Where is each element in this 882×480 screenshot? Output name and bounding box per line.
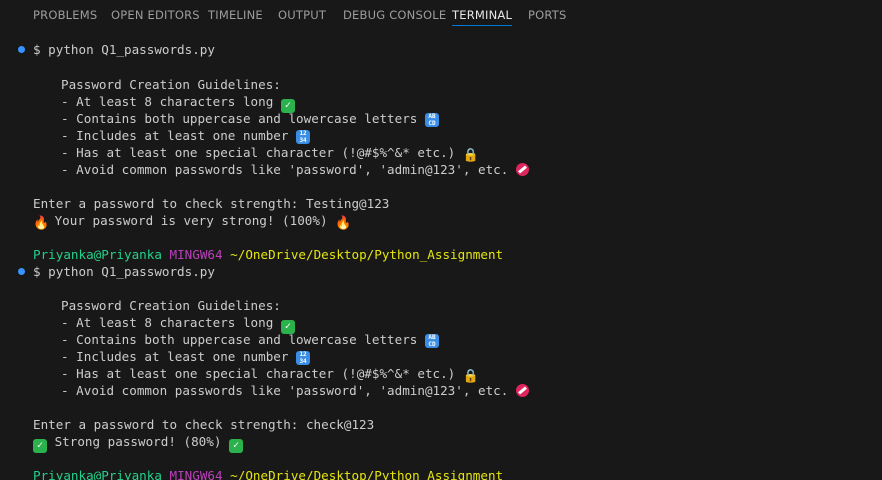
prompt-env: MINGW64 xyxy=(169,468,223,480)
guideline-line: - Has at least one special character (!@… xyxy=(61,144,479,163)
guideline-text: - Includes at least one number xyxy=(61,128,289,143)
guideline-line: - Avoid common passwords like 'password'… xyxy=(61,382,529,399)
tab-debug-console[interactable]: DEBUG CONSOLE xyxy=(343,8,446,22)
no-entry-icon xyxy=(515,163,529,176)
tab-ports[interactable]: PORTS xyxy=(528,8,566,22)
guideline-text: - Includes at least one number xyxy=(61,349,289,364)
check-mark-icon: ✓ xyxy=(229,439,243,453)
tab-problems[interactable]: PROBLEMS xyxy=(33,8,97,22)
fire-icon: 🔥 xyxy=(33,216,50,231)
guideline-line: - Includes at least one number 12 34 xyxy=(61,348,311,365)
guideline-line: - At least 8 characters long ✓ xyxy=(61,314,295,334)
no-entry-icon xyxy=(515,384,529,397)
numbers-icon: 12 34 xyxy=(296,130,311,144)
guideline-text: - At least 8 characters long xyxy=(61,315,274,330)
command-decoration-dot[interactable] xyxy=(18,46,25,53)
guideline-line: - Has at least one special character (!@… xyxy=(61,365,479,384)
result-line: 🔥 Your password is very strong! (100%) 🔥 xyxy=(33,212,352,231)
prompt-user: Priyanka@Priyanka xyxy=(33,247,162,262)
tab-timeline[interactable]: TIMELINE xyxy=(208,8,263,22)
tab-terminal[interactable]: TERMINAL xyxy=(452,8,513,26)
terminal-output[interactable]: $ python Q1_passwords.py Password Creati… xyxy=(0,40,882,480)
prompt-path: ~/OneDrive/Desktop/Python_Assignment xyxy=(230,468,504,480)
guideline-line: - Avoid common passwords like 'password'… xyxy=(61,161,529,178)
abcd-letters-icon: AB CD xyxy=(424,113,439,127)
fire-icon: 🔥 xyxy=(335,216,352,231)
command-decoration-dot[interactable] xyxy=(18,268,25,275)
result-line: ✓ Strong password! (80%) ✓ xyxy=(33,433,243,453)
check-mark-icon: ✓ xyxy=(33,439,47,453)
shell-prompt: Priyanka@Priyanka MINGW64 ~/OneDrive/Des… xyxy=(33,246,503,263)
result-text: Your password is very strong! (100%) xyxy=(54,213,328,228)
abcd-letters-icon: AB CD xyxy=(424,334,439,348)
guideline-text: - Contains both uppercase and lowercase … xyxy=(61,111,418,126)
guideline-text: - Contains both uppercase and lowercase … xyxy=(61,332,418,347)
guidelines-title: Password Creation Guidelines: xyxy=(61,298,281,313)
guidelines-title: Password Creation Guidelines: xyxy=(61,77,281,92)
guideline-line: - Contains both uppercase and lowercase … xyxy=(61,110,439,127)
guideline-text: - Has at least one special character (!@… xyxy=(61,366,456,381)
tab-open-editors[interactable]: OPEN EDITORS xyxy=(111,8,200,22)
guideline-line: - Contains both uppercase and lowercase … xyxy=(61,331,439,348)
password-prompt: Enter a password to check strength: Test… xyxy=(33,196,390,211)
command-line: $ python Q1_passwords.py xyxy=(33,42,215,57)
guideline-text: - Avoid common passwords like 'password'… xyxy=(61,383,509,398)
prompt-env: MINGW64 xyxy=(169,247,223,262)
tab-output[interactable]: OUTPUT xyxy=(278,8,326,22)
guideline-line: - Includes at least one number 12 34 xyxy=(61,127,311,144)
panel-tab-bar: PROBLEMS OPEN EDITORS TIMELINE OUTPUT DE… xyxy=(0,0,882,32)
guideline-text: - Avoid common passwords like 'password'… xyxy=(61,162,509,177)
shell-prompt: Priyanka@Priyanka MINGW64 ~/OneDrive/Des… xyxy=(33,467,503,480)
result-text: Strong password! (80%) xyxy=(54,434,222,449)
prompt-user: Priyanka@Priyanka xyxy=(33,468,162,480)
guideline-text: - At least 8 characters long xyxy=(61,94,274,109)
numbers-icon: 12 34 xyxy=(296,351,311,365)
prompt-path: ~/OneDrive/Desktop/Python_Assignment xyxy=(230,247,504,262)
command-line: $ python Q1_passwords.py xyxy=(33,264,215,279)
password-prompt: Enter a password to check strength: chec… xyxy=(33,417,375,432)
guideline-text: - Has at least one special character (!@… xyxy=(61,145,456,160)
guideline-line: - At least 8 characters long ✓ xyxy=(61,93,295,113)
